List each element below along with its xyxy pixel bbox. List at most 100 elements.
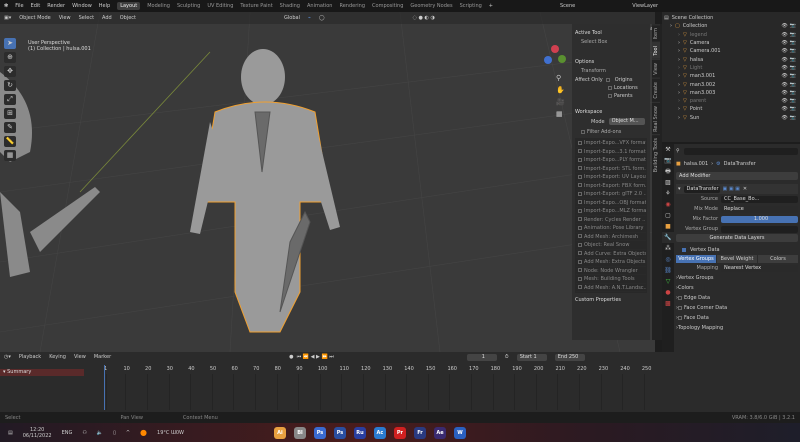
- tab-item[interactable]: Item: [652, 24, 660, 43]
- volume-icon[interactable]: 🔈: [97, 430, 103, 436]
- add-workspace-button[interactable]: +: [489, 3, 493, 9]
- tab-geometry-nodes[interactable]: Geometry Nodes: [410, 3, 452, 9]
- outliner-scene-collection[interactable]: ▤ Scene Collection: [664, 14, 798, 22]
- taskbar-app-icon[interactable]: Ae: [433, 426, 446, 439]
- editor-type-icon[interactable]: ◷▾: [4, 354, 11, 360]
- taskbar-app-icon[interactable]: Fr: [413, 426, 426, 439]
- taskbar-app-icon[interactable]: Ps: [333, 426, 346, 439]
- outliner-item[interactable]: › ▽ Point 👁📷: [664, 105, 798, 113]
- add-modifier-button[interactable]: Add Modifier: [676, 172, 798, 180]
- expand-icon[interactable]: ›: [678, 115, 680, 121]
- origins-checkbox[interactable]: [605, 78, 610, 82]
- constraints-tab-icon[interactable]: ⛓: [662, 265, 674, 276]
- bevel-weight-toggle[interactable]: Bevel Weight: [717, 255, 757, 263]
- workspace-header[interactable]: Workspace: [575, 109, 647, 115]
- timeline-ruler[interactable]: 1 10 20 30 40 50 60 70 80 90 100 110 120 130 140 150 160…: [90, 366, 770, 412]
- addon-item[interactable]: Import-Export: UV Layout: [576, 173, 646, 182]
- expand-icon[interactable]: ›: [678, 82, 680, 88]
- menu-help[interactable]: Help: [99, 3, 110, 9]
- addon-checkbox[interactable]: [578, 259, 582, 264]
- addon-checkbox[interactable]: [578, 149, 582, 153]
- expand-icon[interactable]: ›: [678, 73, 680, 79]
- addon-checkbox[interactable]: [578, 242, 582, 247]
- visibility-icons[interactable]: 👁📷: [781, 23, 798, 29]
- addon-checkbox[interactable]: [578, 157, 582, 162]
- tab-layout[interactable]: Layout: [117, 2, 141, 10]
- tab-real-snow[interactable]: Real Snow: [652, 101, 660, 135]
- section-vertex-groups[interactable]: › Vertex Groups: [676, 273, 798, 283]
- menu-keying[interactable]: Keying: [49, 354, 66, 360]
- outliner-item[interactable]: › ▽ legend 👁📷: [664, 31, 798, 39]
- addon-item[interactable]: Import-Expo...PLY format: [576, 156, 646, 165]
- zoom-icon[interactable]: ⚲: [556, 72, 566, 84]
- menu-render[interactable]: Render: [47, 3, 65, 9]
- language-indicator[interactable]: ENG: [62, 430, 73, 436]
- network-icon[interactable]: ⚇: [82, 430, 86, 436]
- visibility-icons[interactable]: 👁📷: [781, 82, 798, 88]
- addon-checkbox[interactable]: [578, 183, 582, 187]
- expand-icon[interactable]: ›: [678, 32, 680, 38]
- addon-checkbox[interactable]: [578, 200, 582, 204]
- addon-checkbox[interactable]: [578, 225, 582, 230]
- addon-checkbox[interactable]: [578, 276, 582, 281]
- tab-rendering[interactable]: Rendering: [339, 3, 365, 9]
- generate-data-layers-button[interactable]: Generate Data Layers: [676, 234, 798, 242]
- start-frame-field[interactable]: 1: [534, 354, 537, 360]
- weather-text[interactable]: 19°C Ɯ0W: [157, 430, 184, 436]
- tray-chevron-icon[interactable]: ^: [126, 430, 130, 436]
- measure-tool-icon[interactable]: 📏: [4, 136, 16, 147]
- playback-controls[interactable]: ● ⏮ ⏪ ◀ ▶ ⏩ ⏭: [289, 354, 334, 360]
- addon-checkbox[interactable]: [578, 217, 582, 221]
- addon-checkbox[interactable]: [578, 208, 582, 213]
- playhead[interactable]: [104, 365, 105, 410]
- taskbar-app-icon[interactable]: W: [453, 426, 466, 439]
- menu-select[interactable]: Select: [79, 15, 94, 21]
- expand-icon[interactable]: ›: [678, 65, 680, 71]
- tab-building-tools[interactable]: Building Tools: [652, 134, 660, 176]
- taskbar-app-icon[interactable]: Ru: [353, 426, 366, 439]
- shading-modes[interactable]: ◌ ● ◐ ◑: [413, 15, 435, 21]
- addon-item[interactable]: Import-Export: FBX form..: [576, 182, 646, 190]
- expand-icon[interactable]: ›: [678, 90, 680, 96]
- menu-edit[interactable]: Edit: [31, 3, 41, 9]
- outliner-item[interactable]: › ▢ Collection 👁📷: [664, 22, 798, 30]
- tab-compositing[interactable]: Compositing: [372, 3, 403, 9]
- end-frame-field[interactable]: 250: [569, 354, 579, 360]
- tool-tab-icon[interactable]: ⚒: [662, 144, 674, 155]
- particles-tab-icon[interactable]: ⁂: [662, 243, 674, 254]
- addon-item[interactable]: Import-Expo...3.1 format: [576, 148, 646, 156]
- camera-view-icon[interactable]: 🎥: [556, 96, 566, 108]
- data-tab-icon[interactable]: ▽: [662, 276, 674, 287]
- menu-add[interactable]: Add: [102, 15, 112, 21]
- addon-checkbox[interactable]: [578, 166, 582, 170]
- pan-hand-icon[interactable]: ✋: [556, 84, 566, 96]
- addon-checkbox[interactable]: [578, 268, 582, 272]
- current-frame-field[interactable]: 1: [466, 353, 497, 361]
- section-colors[interactable]: › Colors: [676, 283, 798, 293]
- view-layer-tab-icon[interactable]: ▨: [662, 177, 674, 188]
- outliner-item[interactable]: › ▽ Sun 👁📷: [664, 114, 798, 122]
- custom-properties-header[interactable]: Custom Properties: [575, 297, 647, 303]
- visibility-icons[interactable]: 👁📷: [781, 90, 798, 96]
- expand-icon[interactable]: ›: [670, 23, 672, 29]
- collection-tab-icon[interactable]: ▢: [662, 210, 674, 221]
- addon-item[interactable]: Add Mesh: Archimesh: [576, 233, 646, 241]
- taskbar-app-icon[interactable]: Bl: [293, 426, 306, 439]
- summary-channel[interactable]: ▾ Summary: [0, 369, 84, 376]
- locations-checkbox[interactable]: [608, 85, 612, 90]
- section-face-corner-data[interactable]: › Face Corner Data: [676, 303, 798, 313]
- tab-modeling[interactable]: Modeling: [147, 3, 170, 9]
- close-icon[interactable]: ✕: [743, 186, 747, 192]
- world-tab-icon[interactable]: ◉: [662, 199, 674, 210]
- tab-scripting[interactable]: Scripting: [460, 3, 482, 9]
- tab-shading[interactable]: Shading: [280, 3, 300, 9]
- addon-item[interactable]: Object: Real Snow: [576, 241, 646, 250]
- vertex-group-field[interactable]: [721, 225, 798, 233]
- snap-icon[interactable]: ⌁: [308, 15, 311, 21]
- addon-item[interactable]: Import-Export: glTF 2.0 ..: [576, 190, 646, 199]
- outliner-item[interactable]: › ▽ man3.003 👁📷: [664, 89, 798, 97]
- render-tab-icon[interactable]: 📷: [662, 155, 674, 166]
- mode-dropdown[interactable]: Object M...: [608, 118, 645, 125]
- search-icon[interactable]: ⚲: [676, 148, 680, 154]
- addon-checkbox[interactable]: [578, 251, 582, 255]
